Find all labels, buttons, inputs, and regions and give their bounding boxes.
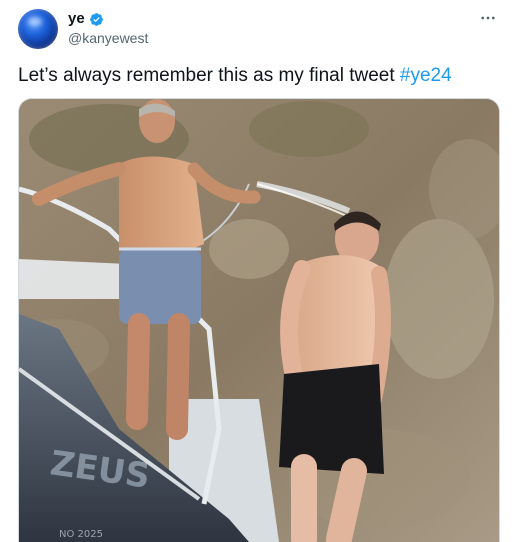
verified-badge-icon	[89, 12, 104, 27]
more-options-icon[interactable]	[478, 8, 498, 28]
author-handle[interactable]: @kanyewest	[68, 30, 148, 47]
hull-code: NO 2025	[59, 529, 103, 540]
tweet-text: Let’s always remember this as my final t…	[18, 63, 498, 89]
tweet-body-text: Let’s always remember this as my final t…	[18, 65, 400, 86]
avatar[interactable]	[18, 9, 58, 49]
black-shorts	[279, 364, 384, 474]
display-name[interactable]: ye	[68, 10, 85, 28]
hashtag-link[interactable]: #ye24	[400, 65, 452, 86]
tweet-photo[interactable]: ZEUS NO 2025	[18, 98, 500, 542]
tweet-card[interactable]: ye @kanyewest Let’s always remember this…	[0, 0, 518, 542]
photo-illustration: ZEUS NO 2025	[19, 99, 499, 542]
author-name-row: ye	[68, 10, 104, 28]
